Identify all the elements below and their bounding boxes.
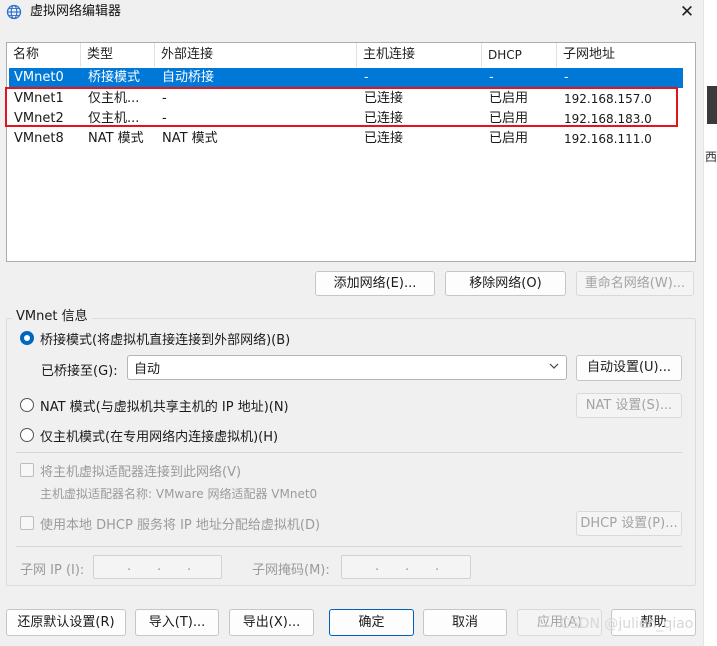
nat-mode-radio[interactable] bbox=[20, 398, 34, 412]
subnet-ip-input[interactable]: . . . bbox=[93, 555, 222, 579]
ok-button[interactable]: 确定 bbox=[329, 609, 414, 636]
column-header-name[interactable]: 名称 bbox=[7, 43, 81, 67]
cell-dhcp: - bbox=[489, 70, 494, 85]
highlight-annotation-box bbox=[5, 87, 678, 127]
import-button[interactable]: 导入(T)... bbox=[135, 609, 219, 636]
watermark: CSDN @julien_qiao bbox=[560, 616, 694, 632]
add-network-button[interactable]: 添加网络(E)... bbox=[315, 271, 435, 296]
column-header-external[interactable]: 外部连接 bbox=[155, 43, 357, 67]
close-button[interactable]: ✕ bbox=[672, 0, 702, 24]
virtual-network-editor-window: 虚拟网络编辑器 ✕ 名称 类型 外部连接 主机连接 DHCP 子网地址 VMne… bbox=[0, 0, 703, 646]
title-bar: 虚拟网络编辑器 ✕ bbox=[0, 0, 703, 24]
globe-icon bbox=[6, 4, 22, 20]
background-window-block bbox=[707, 86, 717, 124]
network-table: 名称 类型 外部连接 主机连接 DHCP 子网地址 VMnet0 桥接模式 自动… bbox=[6, 42, 696, 262]
subnet-mask-input[interactable]: . . . bbox=[341, 555, 471, 579]
connect-adapter-checkbox[interactable] bbox=[20, 463, 34, 477]
use-dhcp-label[interactable]: 使用本地 DHCP 服务将 IP 地址分配给虚拟机(D) bbox=[40, 514, 320, 533]
cell-name: VMnet0 bbox=[14, 70, 64, 85]
bridged-to-value: 自动 bbox=[134, 362, 161, 377]
column-header-type[interactable]: 类型 bbox=[81, 43, 155, 67]
remove-network-button[interactable]: 移除网络(O) bbox=[445, 271, 566, 296]
cell-type: 桥接模式 bbox=[88, 70, 141, 85]
cell-dhcp: 已启用 bbox=[489, 131, 529, 146]
subnet-ip-label: 子网 IP (I): bbox=[20, 563, 85, 578]
table-row[interactable]: VMnet8 NAT 模式 NAT 模式 已连接 已启用 192.168.111… bbox=[9, 129, 683, 149]
bridged-mode-radio[interactable] bbox=[20, 331, 34, 345]
column-header-host[interactable]: 主机连接 bbox=[357, 43, 482, 67]
cell-subnet: - bbox=[564, 70, 569, 85]
auto-settings-button[interactable]: 自动设置(U)... bbox=[576, 355, 682, 381]
vmnet-info-label: VMnet 信息 bbox=[12, 305, 92, 324]
rename-network-button[interactable]: 重命名网络(W)... bbox=[576, 271, 694, 296]
export-button[interactable]: 导出(X)... bbox=[229, 609, 314, 636]
host-only-label[interactable]: 仅主机模式(在专用网络内连接虚拟机)(H) bbox=[40, 426, 278, 445]
table-row[interactable]: VMnet0 桥接模式 自动桥接 - - - bbox=[9, 68, 683, 88]
cell-host: - bbox=[364, 70, 369, 85]
background-window-text: 西 bbox=[705, 150, 717, 164]
cell-type: NAT 模式 bbox=[88, 131, 144, 146]
divider bbox=[16, 452, 682, 453]
restore-defaults-button[interactable]: 还原默认设置(R) bbox=[6, 609, 126, 636]
column-header-subnet[interactable]: 子网地址 bbox=[557, 43, 695, 67]
dhcp-settings-button[interactable]: DHCP 设置(P)... bbox=[576, 511, 682, 536]
column-header-dhcp[interactable]: DHCP bbox=[482, 43, 557, 67]
divider bbox=[16, 546, 682, 547]
cancel-button[interactable]: 取消 bbox=[423, 609, 507, 636]
table-header: 名称 类型 外部连接 主机连接 DHCP 子网地址 bbox=[7, 43, 695, 67]
cell-name: VMnet8 bbox=[14, 131, 64, 146]
cell-host: 已连接 bbox=[364, 131, 404, 146]
cell-subnet: 192.168.111.0 bbox=[564, 132, 652, 146]
bridged-to-select[interactable]: 自动 bbox=[127, 355, 567, 380]
nat-mode-label[interactable]: NAT 模式(与虚拟机共享主机的 IP 地址)(N) bbox=[40, 396, 289, 415]
host-only-radio[interactable] bbox=[20, 428, 34, 442]
connect-adapter-label[interactable]: 将主机虚拟适配器连接到此网络(V) bbox=[40, 461, 241, 480]
cell-external: NAT 模式 bbox=[162, 131, 218, 146]
nat-settings-button[interactable]: NAT 设置(S)... bbox=[576, 393, 682, 418]
bridged-mode-label[interactable]: 桥接模式(将虚拟机直接连接到外部网络)(B) bbox=[40, 329, 290, 348]
bridged-to-label: 已桥接至(G): bbox=[41, 364, 118, 379]
use-dhcp-checkbox[interactable] bbox=[20, 516, 34, 530]
subnet-mask-label: 子网掩码(M): bbox=[252, 563, 330, 578]
window-title: 虚拟网络编辑器 bbox=[30, 4, 122, 19]
cell-external: 自动桥接 bbox=[162, 70, 215, 85]
chevron-down-icon bbox=[548, 360, 560, 372]
adapter-name-text: 主机虚拟适配器名称: VMware 网络适配器 VMnet0 bbox=[40, 487, 318, 501]
